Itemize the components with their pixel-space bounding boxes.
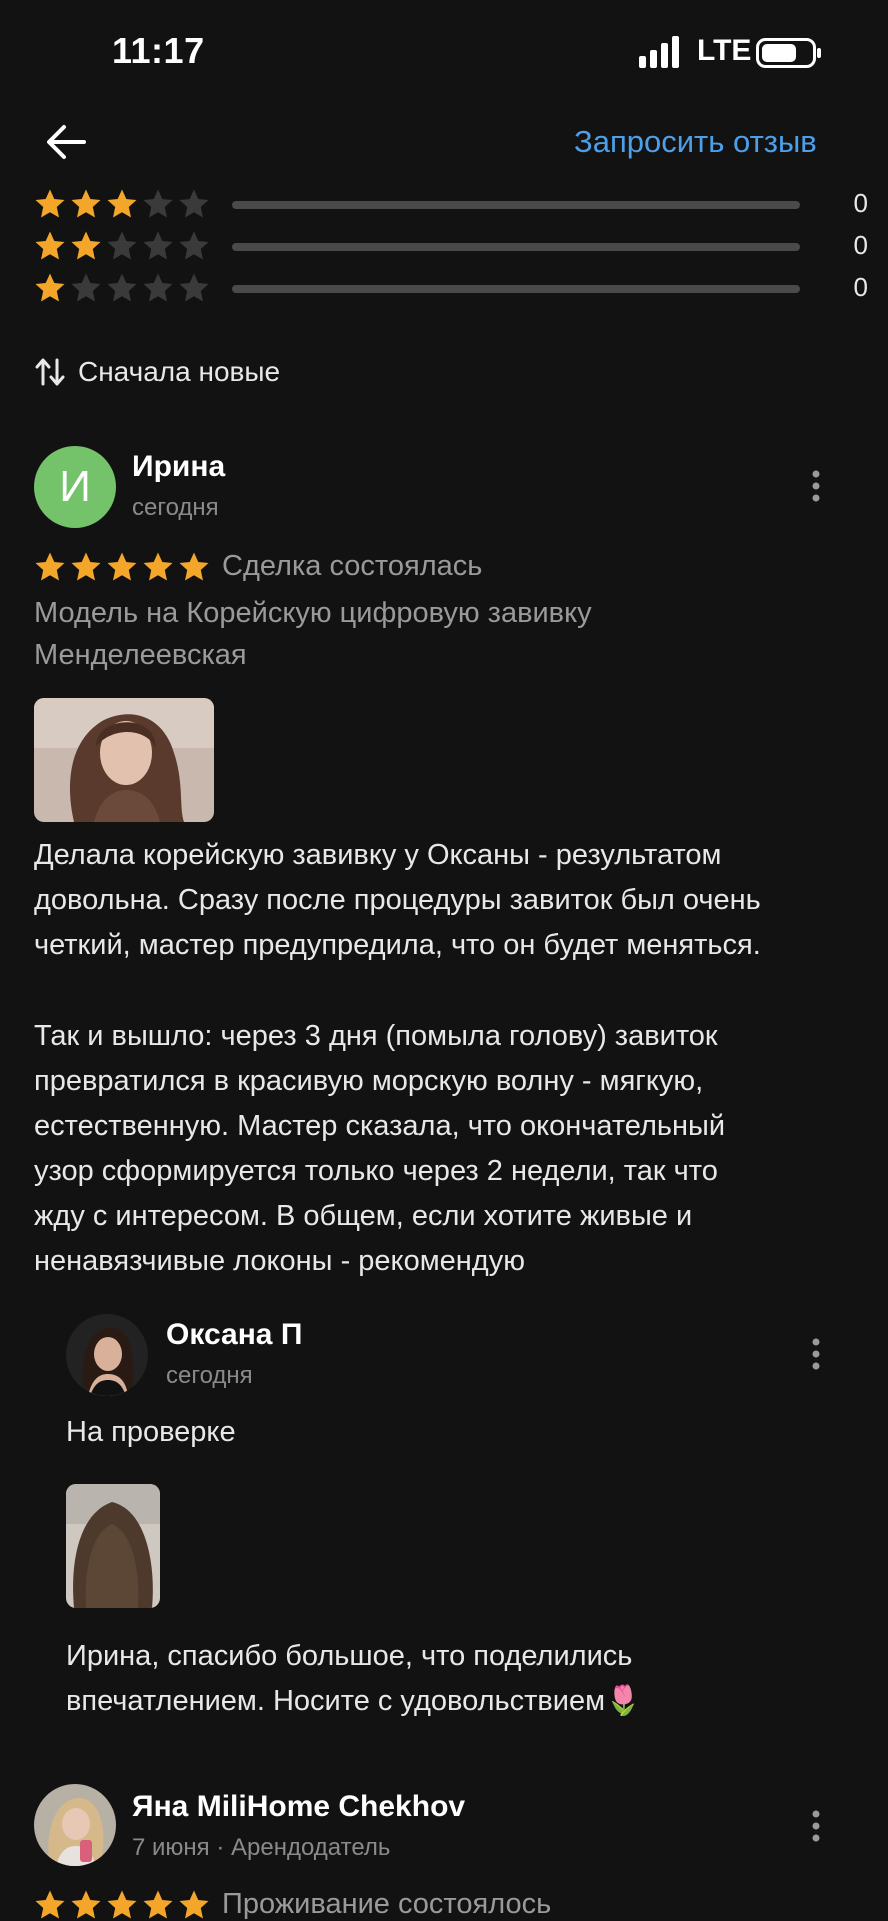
request-review-link[interactable]: Запросить отзыв	[574, 124, 817, 160]
review-author[interactable]: Яна MiliHome Chekhov	[132, 1790, 465, 1824]
star-filled-icon	[143, 1890, 173, 1918]
rating-row[interactable]: 0	[34, 272, 868, 306]
reply-status: На проверке	[66, 1416, 236, 1448]
star-empty-icon	[71, 273, 101, 302]
star-empty-icon	[143, 273, 173, 302]
avatar[interactable]: И	[34, 446, 116, 528]
rating-stars	[34, 272, 210, 304]
rating-count: 0	[853, 188, 868, 218]
rating-stars	[34, 230, 210, 262]
star-empty-icon	[107, 273, 137, 302]
back-arrow-icon[interactable]	[44, 120, 88, 164]
review-date: 7 июня · Арендодатель	[132, 1834, 391, 1861]
review-rating: Проживание состоялось	[34, 1888, 551, 1921]
network-type: LTE	[697, 34, 752, 67]
star-filled-icon	[35, 189, 65, 218]
review-text-paragraph-2: Так и вышло: через 3 дня (помыла голову)…	[34, 1020, 726, 1277]
reply-author[interactable]: Оксана П	[166, 1318, 302, 1352]
star-filled-icon	[143, 552, 173, 580]
rating-row[interactable]: 0	[34, 188, 868, 222]
rating-bar	[232, 285, 800, 293]
reply-more-options-icon[interactable]	[806, 1336, 826, 1372]
review-photo[interactable]	[34, 698, 214, 822]
review-stars	[34, 1889, 210, 1921]
reply-avatar[interactable]	[66, 1314, 148, 1396]
listing-title[interactable]: Модель на Корейскую цифровую завивку Мен…	[34, 592, 592, 676]
star-filled-icon	[35, 1890, 65, 1918]
more-options-icon[interactable]	[806, 468, 826, 504]
reply-date: сегодня	[166, 1362, 253, 1389]
star-filled-icon	[107, 189, 137, 218]
star-empty-icon	[179, 189, 209, 218]
star-filled-icon	[71, 1890, 101, 1918]
star-filled-icon	[35, 231, 65, 260]
rating-count: 0	[853, 272, 868, 302]
star-filled-icon	[71, 231, 101, 260]
rating-bar	[232, 243, 800, 251]
deal-status: Сделка состоялась	[222, 550, 483, 582]
star-empty-icon	[179, 231, 209, 260]
review-stars	[34, 551, 210, 583]
star-empty-icon	[107, 231, 137, 260]
status-time: 11:17	[112, 30, 205, 71]
star-filled-icon	[35, 273, 65, 302]
sort-icon	[35, 358, 65, 386]
avatar[interactable]	[34, 1784, 116, 1866]
star-filled-icon	[179, 1890, 209, 1918]
star-filled-icon	[35, 552, 65, 580]
signal-icon	[639, 36, 679, 68]
star-filled-icon	[107, 552, 137, 580]
star-empty-icon	[143, 189, 173, 218]
sort-label: Сначала новые	[78, 356, 281, 387]
more-options-icon[interactable]	[806, 1808, 826, 1844]
star-filled-icon	[71, 189, 101, 218]
listing-title-line: Модель на Корейскую цифровую завивку	[34, 597, 592, 629]
star-filled-icon	[107, 1890, 137, 1918]
reply-photo[interactable]	[66, 1484, 160, 1608]
review-date: сегодня	[132, 494, 219, 521]
rating-stars	[34, 188, 210, 220]
sort-toggle[interactable]: Сначала новые	[34, 356, 280, 388]
star-filled-icon	[71, 552, 101, 580]
review-author[interactable]: Ирина	[132, 450, 225, 484]
rating-bar	[232, 201, 800, 209]
reply-text: Ирина, спасибо большое, что поделились в…	[66, 1640, 642, 1717]
review-rating: Сделка состоялась	[34, 550, 482, 583]
battery-icon	[756, 38, 821, 68]
listing-location: Менделеевская	[34, 639, 247, 671]
rating-row[interactable]: 0	[34, 230, 868, 264]
rating-count: 0	[853, 230, 868, 260]
review-text-paragraph-1: Делала корейскую завивку у Оксаны - резу…	[34, 839, 761, 961]
deal-status: Проживание состоялось	[222, 1888, 552, 1920]
star-filled-icon	[179, 552, 209, 580]
star-empty-icon	[143, 231, 173, 260]
star-empty-icon	[179, 273, 209, 302]
